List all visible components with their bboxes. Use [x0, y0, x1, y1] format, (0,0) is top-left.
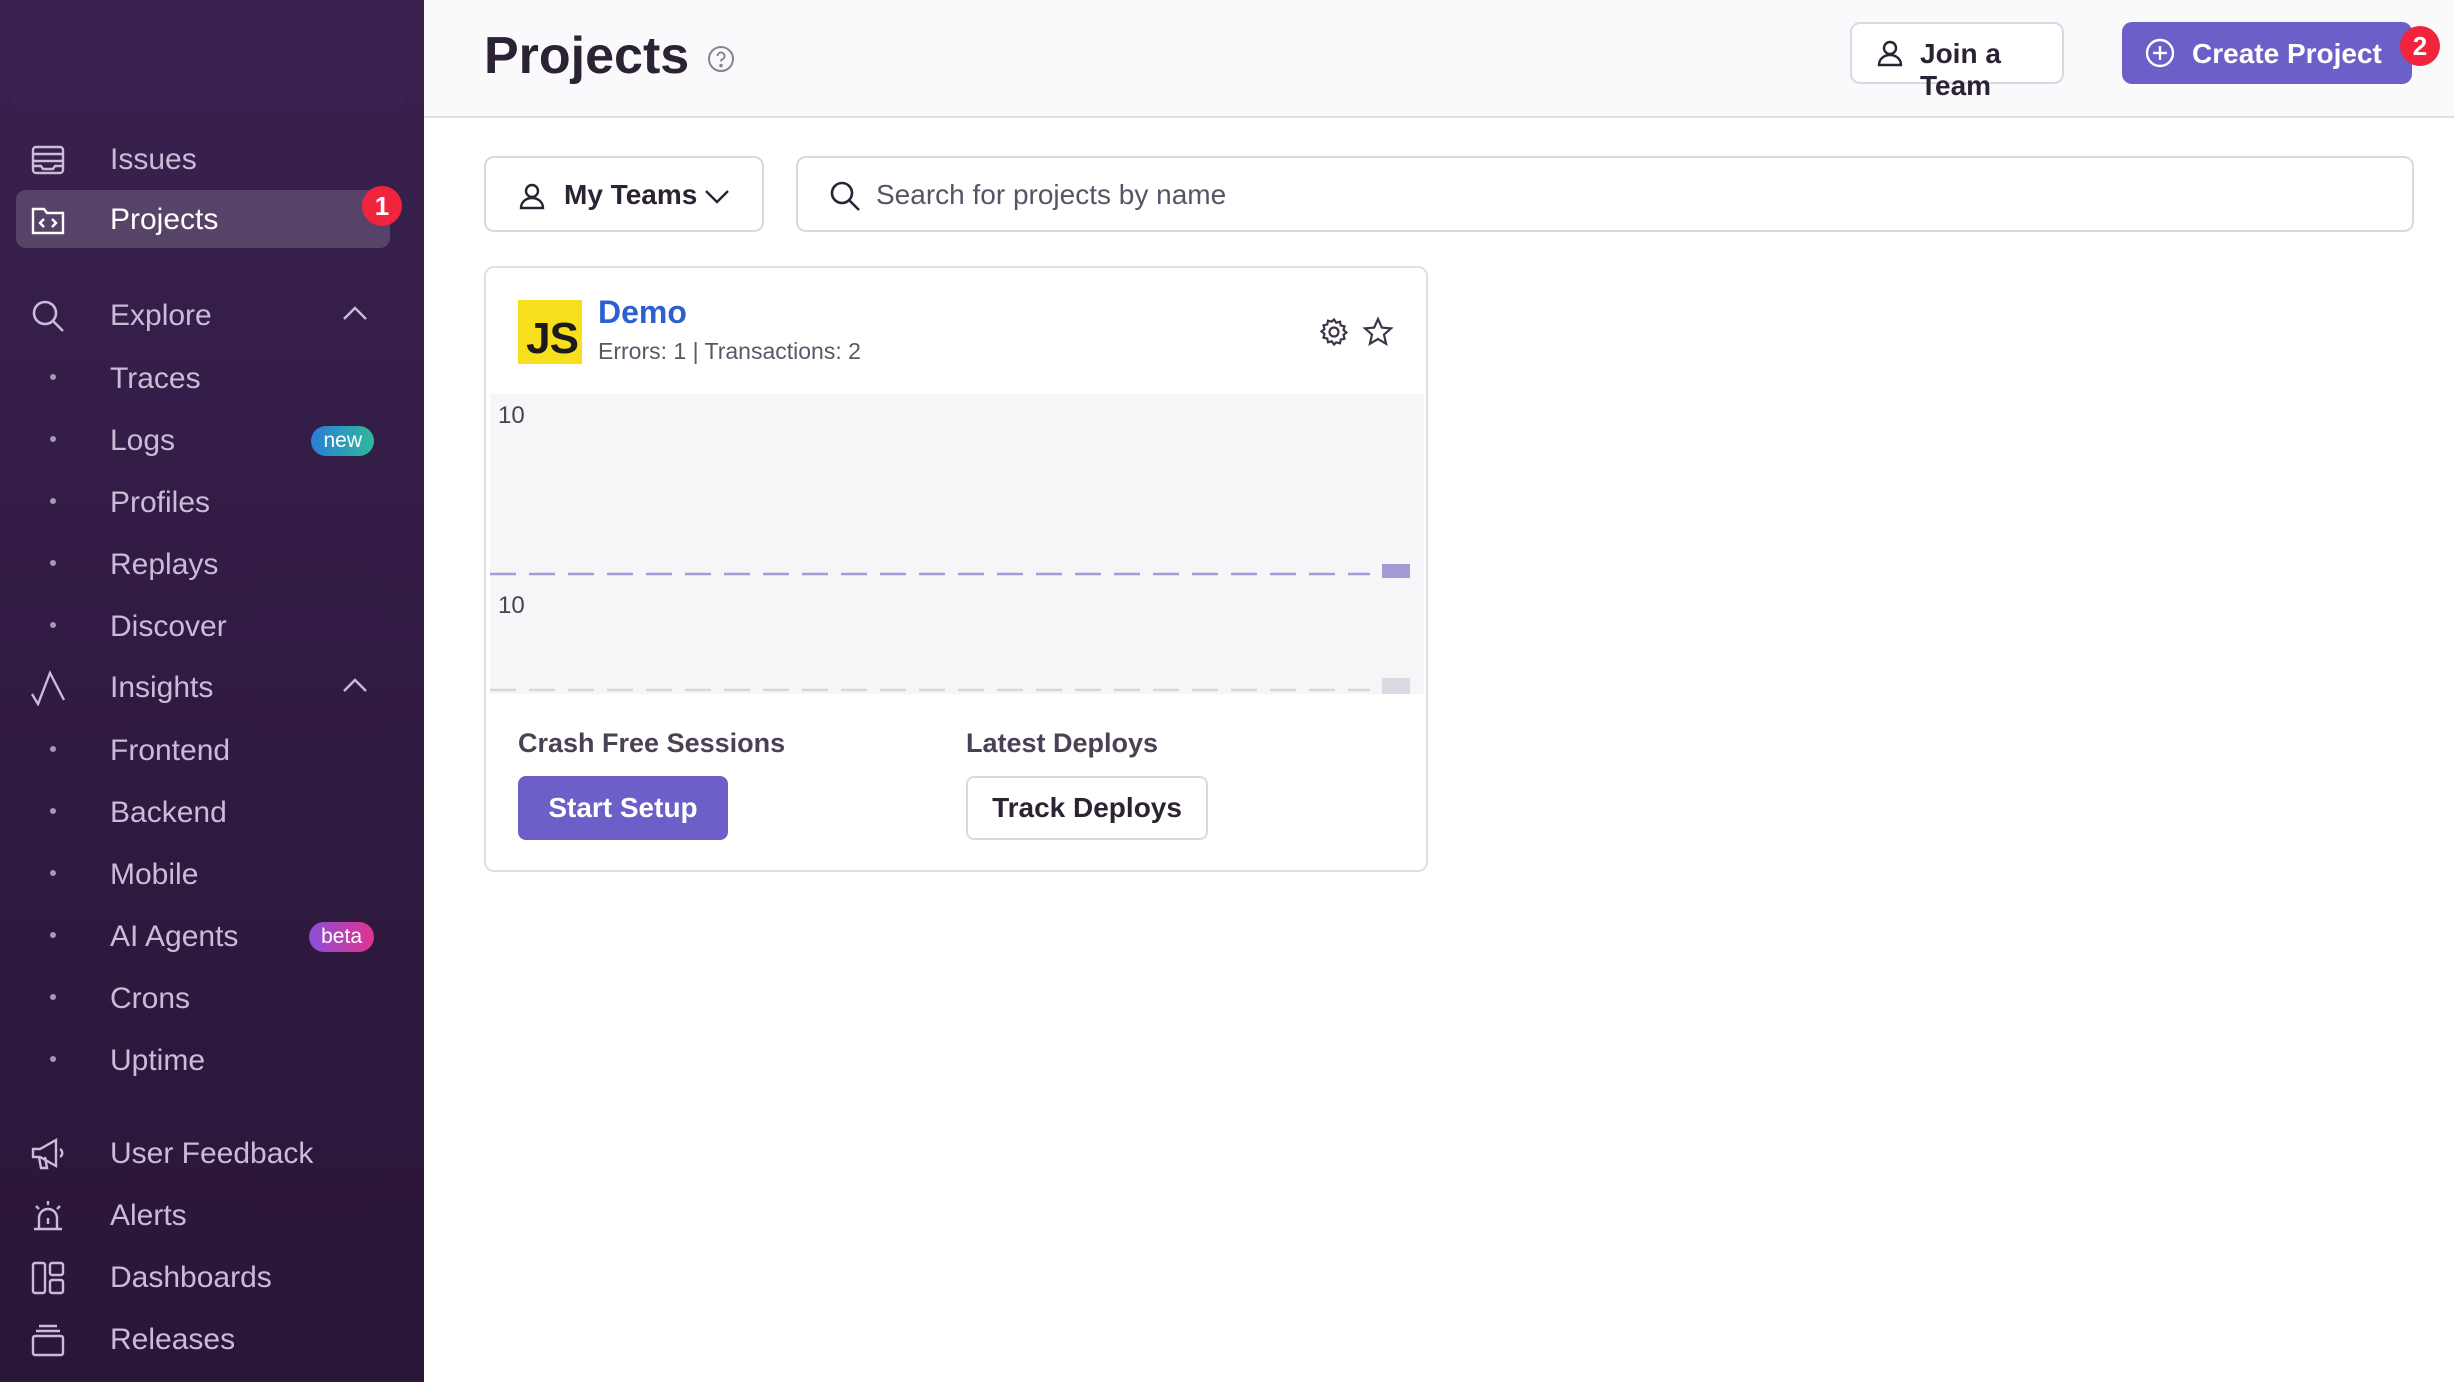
- sidebar-item-user-feedback[interactable]: User Feedback: [16, 1124, 390, 1182]
- bullet-dot: [50, 746, 56, 752]
- sidebar-item-projects[interactable]: Projects 1: [16, 186, 402, 248]
- bullet-dot: [50, 374, 56, 380]
- sidebar-item-label: Frontend: [110, 734, 231, 767]
- new-badge: new: [311, 426, 374, 456]
- sidebar-item-ai-agents[interactable]: AI Agents beta: [16, 910, 390, 962]
- dashboard-icon: [30, 1260, 66, 1296]
- bullet-dot: [50, 560, 56, 566]
- join-team-label: Join a Team: [1920, 38, 2001, 101]
- sidebar-item-issues[interactable]: Issues: [16, 130, 390, 188]
- bullet-dot: [50, 622, 56, 628]
- sidebar-item-label: User Feedback: [110, 1137, 314, 1170]
- chart-top-bar: [1382, 564, 1410, 578]
- user-icon: [1874, 37, 1906, 69]
- gear-icon[interactable]: [1318, 316, 1350, 348]
- star-icon[interactable]: [1362, 316, 1394, 348]
- my-teams-label: My Teams: [564, 179, 698, 210]
- sidebar-item-label: AI Agents: [110, 920, 239, 953]
- chevron-up-icon[interactable]: [342, 304, 368, 322]
- chevron-down-icon: [704, 188, 730, 206]
- search-icon: [828, 179, 862, 213]
- bullet-dot: [50, 932, 56, 938]
- chart-bottom-bar: [1382, 678, 1410, 694]
- sidebar-item-label: Issues: [110, 143, 197, 176]
- bullet-dot: [50, 1056, 56, 1062]
- insights-icon: [30, 670, 66, 706]
- sidebar-item-backend[interactable]: Backend: [16, 786, 390, 838]
- my-teams-dropdown[interactable]: My Teams: [484, 156, 764, 232]
- track-deploys-button[interactable]: Track Deploys: [966, 776, 1208, 840]
- sidebar-item-profiles[interactable]: Profiles: [16, 476, 390, 528]
- sidebar-item-label: Releases: [110, 1323, 236, 1356]
- sidebar-item-label: Backend: [110, 796, 227, 829]
- issues-icon: [30, 142, 66, 178]
- megaphone-icon: [30, 1136, 66, 1172]
- sidebar-item-insights[interactable]: Insights: [16, 658, 390, 716]
- sidebar-item-logs[interactable]: Logs new: [16, 414, 390, 466]
- sidebar-item-frontend[interactable]: Frontend: [16, 724, 390, 776]
- crash-free-sessions-label: Crash Free Sessions: [518, 728, 786, 758]
- sidebar-item-releases[interactable]: Releases: [16, 1310, 390, 1368]
- sidebar-item-traces[interactable]: Traces: [16, 352, 390, 404]
- create-project-count-badge: 2: [2400, 26, 2440, 66]
- latest-deploys-label: Latest Deploys: [966, 728, 1159, 758]
- sidebar-item-label: Alerts: [110, 1199, 187, 1232]
- project-stats: Errors: 1 | Transactions: 2: [598, 338, 861, 364]
- sidebar-item-label: Dashboards: [110, 1261, 272, 1294]
- start-setup-button[interactable]: Start Setup: [518, 776, 728, 840]
- sidebar-item-label: Uptime: [110, 1044, 206, 1077]
- siren-icon: [30, 1198, 66, 1234]
- sidebar-item-label: Crons: [110, 982, 191, 1015]
- create-project-label: Create Project: [2192, 38, 2382, 69]
- sidebar-item-label: Traces: [110, 362, 201, 395]
- sidebar-item-label: Discover: [110, 610, 227, 643]
- project-card: JS Demo Errors: 1 | Transactions: 2 10 1…: [484, 266, 1428, 872]
- beta-badge: beta: [309, 922, 374, 952]
- sidebar-item-explore[interactable]: Explore: [16, 286, 390, 344]
- bullet-dot: [50, 994, 56, 1000]
- page-header: Projects Join a Team Create Project 2: [424, 0, 2454, 118]
- sidebar-item-label: Profiles: [110, 486, 211, 519]
- bullet-dot: [50, 436, 56, 442]
- search-input[interactable]: [874, 170, 2378, 220]
- javascript-platform-icon: JS: [518, 300, 582, 364]
- bullet-dot: [50, 870, 56, 876]
- sidebar-item-label: Explore: [110, 299, 212, 332]
- sidebar-item-label: Mobile: [110, 858, 199, 891]
- page-title: Projects: [484, 27, 690, 85]
- sidebar-item-label: Replays: [110, 548, 219, 581]
- join-team-button[interactable]: Join a Team: [1850, 22, 2064, 101]
- chart-top-axis-label: 10: [498, 402, 525, 429]
- org-switcher[interactable]: [10, 10, 406, 106]
- sidebar-item-replays[interactable]: Replays: [16, 538, 390, 590]
- projects-icon: [30, 202, 66, 238]
- project-search[interactable]: [796, 156, 2414, 232]
- releases-icon: [30, 1322, 66, 1358]
- help-icon[interactable]: [706, 44, 736, 74]
- sidebar-item-label: Projects: [110, 203, 219, 236]
- sidebar-item-label: Logs: [110, 424, 176, 457]
- create-project-button[interactable]: Create Project: [2122, 22, 2412, 84]
- project-name-link[interactable]: Demo: [598, 294, 687, 331]
- sidebar-item-mobile[interactable]: Mobile: [16, 848, 390, 900]
- project-chart: 10 10: [490, 394, 1424, 694]
- sidebar: Issues Projects 1 Explore Traces Logs ne…: [0, 0, 424, 1382]
- sidebar-item-alerts[interactable]: Alerts: [16, 1186, 390, 1244]
- bullet-dot: [50, 498, 56, 504]
- platform-logo-text: JS: [526, 314, 579, 363]
- sidebar-item-uptime[interactable]: Uptime: [16, 1034, 390, 1086]
- projects-count-badge: 1: [362, 186, 402, 226]
- sidebar-item-discover[interactable]: Discover: [16, 600, 390, 652]
- bullet-dot: [50, 808, 56, 814]
- sidebar-item-crons[interactable]: Crons: [16, 972, 390, 1024]
- sidebar-item-dashboards[interactable]: Dashboards: [16, 1248, 390, 1306]
- plus-circle-icon: [2144, 37, 2176, 69]
- search-icon: [30, 298, 66, 334]
- chart-bottom-axis-label: 10: [498, 592, 525, 619]
- sidebar-item-label: Insights: [110, 671, 214, 704]
- chevron-up-icon[interactable]: [342, 676, 368, 694]
- user-icon: [516, 180, 548, 212]
